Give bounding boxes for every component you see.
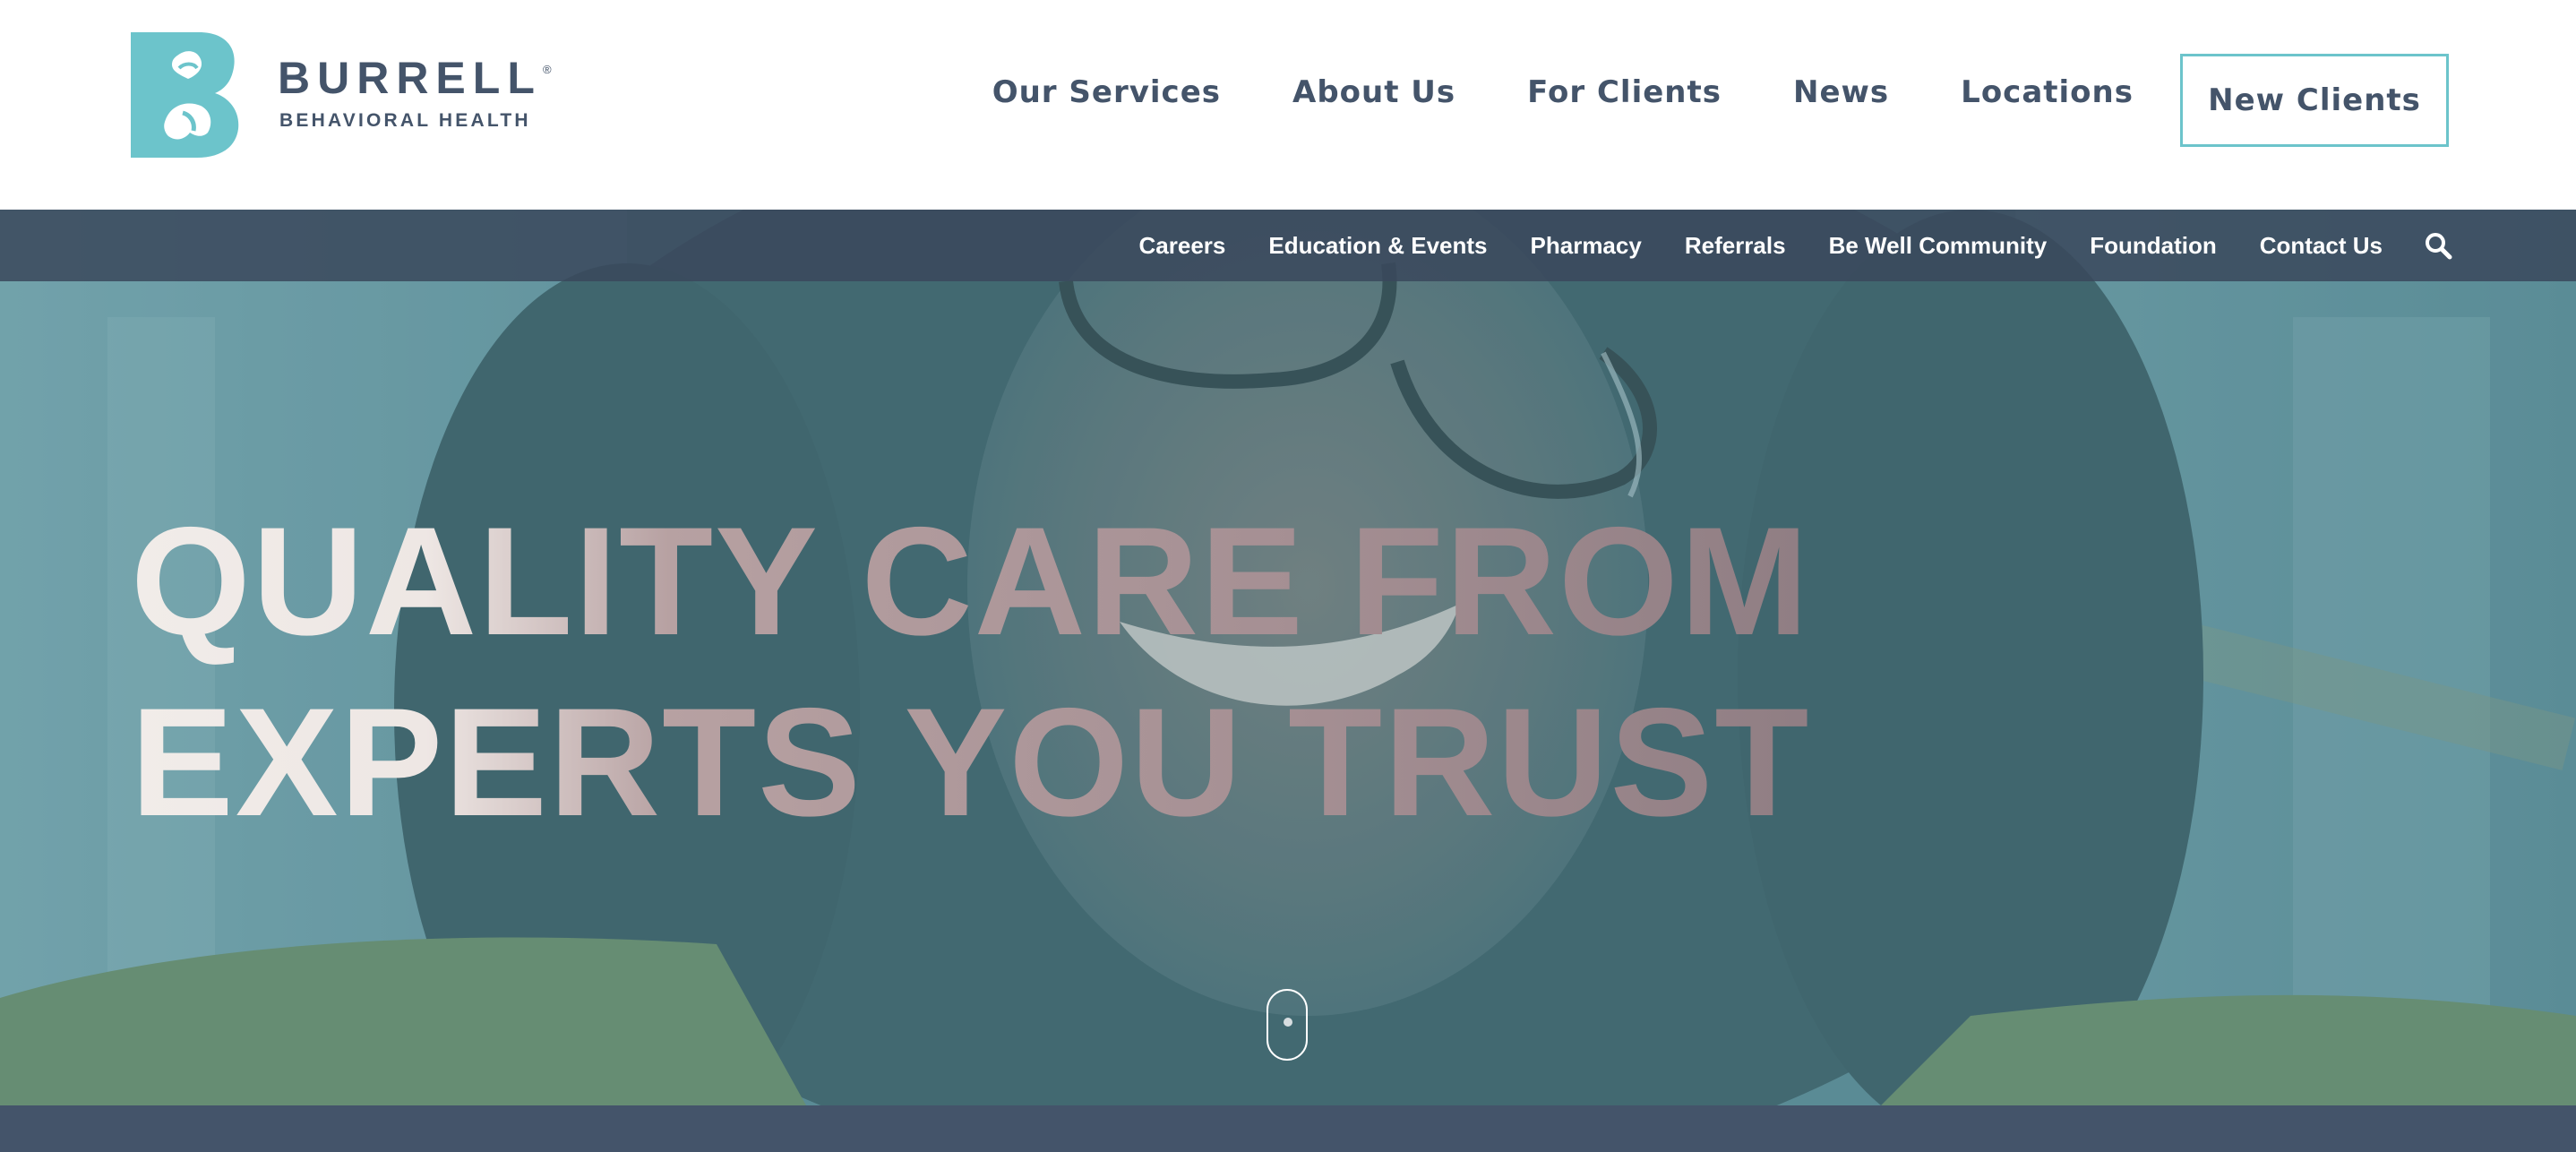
hero-headline-line-1: QUALITY CARE FROM: [131, 491, 2191, 672]
content-band: [0, 1105, 2576, 1152]
hero-headline: QUALITY CARE FROM EXPERTS YOU TRUST: [131, 491, 2191, 853]
site-logo[interactable]: BURRELL ® BEHAVIORAL HEALTH: [125, 32, 573, 159]
nav-locations[interactable]: Locations: [1961, 77, 2134, 107]
subnav-contact-us[interactable]: Contact Us: [2260, 232, 2383, 260]
nav-for-clients[interactable]: For Clients: [1527, 77, 1722, 107]
brand-name: BURRELL: [278, 53, 542, 103]
site-header: BURRELL ® BEHAVIORAL HEALTH Our Services…: [0, 0, 2576, 210]
secondary-nav-bar: Careers Education & Events Pharmacy Refe…: [0, 210, 2576, 281]
burrell-b-logo-icon: [131, 32, 239, 158]
nav-our-services[interactable]: Our Services: [992, 77, 1221, 107]
nav-news[interactable]: News: [1793, 77, 1889, 107]
subnav-referrals[interactable]: Referrals: [1685, 232, 1786, 260]
mouse-scroll-icon[interactable]: [1267, 989, 1308, 1061]
subnav-foundation[interactable]: Foundation: [2090, 232, 2217, 260]
registered-mark: ®: [543, 63, 552, 76]
search-icon[interactable]: [2424, 231, 2452, 260]
subnav-be-well-community[interactable]: Be Well Community: [1829, 232, 2048, 260]
subnav-careers[interactable]: Careers: [1139, 232, 1226, 260]
main-nav: Our Services About Us For Clients News L…: [921, 77, 2134, 107]
nav-about-us[interactable]: About Us: [1292, 77, 1455, 107]
subnav-education-events[interactable]: Education & Events: [1268, 232, 1487, 260]
secondary-nav: Careers Education & Events Pharmacy Refe…: [1096, 210, 2383, 281]
subnav-pharmacy[interactable]: Pharmacy: [1531, 232, 1642, 260]
hero-headline-line-2: EXPERTS YOU TRUST: [131, 672, 2191, 853]
brand-subtitle: BEHAVIORAL HEALTH: [279, 110, 531, 131]
hero-banner: Careers Education & Events Pharmacy Refe…: [0, 210, 2576, 1105]
scroll-dot: [1284, 1018, 1292, 1027]
new-clients-button[interactable]: New Clients: [2180, 54, 2449, 147]
